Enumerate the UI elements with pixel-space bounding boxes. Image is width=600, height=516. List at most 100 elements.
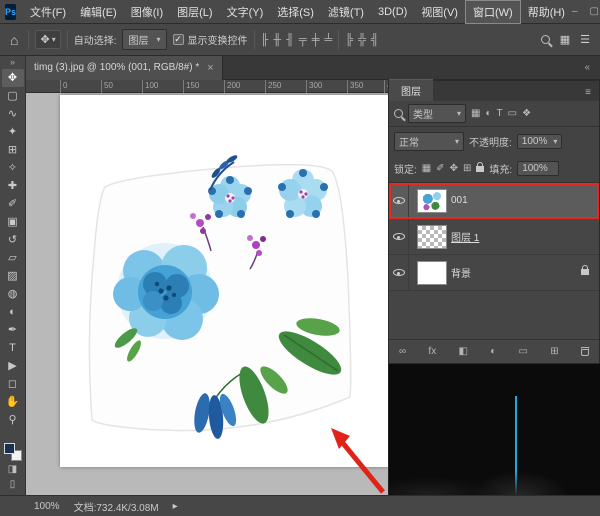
minimize-button[interactable]: – — [572, 6, 578, 17]
menu-window[interactable]: 窗口(W) — [465, 0, 521, 24]
tool-pen[interactable]: ✒ — [2, 321, 24, 339]
align-middle-v-icon[interactable]: ╪ — [312, 34, 320, 46]
eye-icon[interactable] — [393, 269, 405, 276]
show-transform-controls-checkbox[interactable]: ✓ 显示变换控件 — [173, 32, 248, 47]
tool-preset-dropdown[interactable]: ✥ ▾ — [35, 30, 60, 49]
maximize-button[interactable]: ▢ — [590, 6, 599, 17]
opacity-dropdown[interactable]: 100% ▾ — [517, 134, 563, 149]
layer-thumbnail[interactable] — [417, 261, 447, 285]
tab-close-icon[interactable]: × — [207, 62, 213, 74]
delete-layer-icon[interactable] — [581, 347, 589, 356]
status-expand-icon[interactable]: ▸ — [173, 501, 178, 512]
tool-eyedropper[interactable]: ✧ — [2, 159, 24, 177]
align-center-h-icon[interactable]: ╫ — [273, 34, 281, 46]
menu-image[interactable]: 图像(I) — [124, 1, 170, 23]
tool-crop[interactable]: ⊞ — [2, 141, 24, 159]
distribute-center-icon[interactable]: ╬ — [358, 34, 366, 46]
panel-menu-icon[interactable]: ≡ — [577, 87, 599, 101]
lock-all-icon[interactable] — [476, 166, 484, 172]
color-swatches[interactable] — [4, 443, 22, 461]
tool-blur[interactable]: ◍ — [2, 285, 24, 303]
layer-style-icon[interactable]: fx — [428, 346, 436, 357]
tool-move[interactable]: ✥ — [2, 69, 24, 87]
tool-gradient[interactable]: ▨ — [2, 267, 24, 285]
tool-lasso[interactable]: ∿ — [2, 105, 24, 123]
link-layers-icon[interactable]: ∞ — [399, 346, 406, 357]
fill-dropdown[interactable]: 100% — [517, 161, 559, 176]
tool-type[interactable]: T — [2, 339, 24, 357]
distribute-left-icon[interactable]: ╠ — [345, 34, 353, 46]
eye-icon[interactable] — [393, 233, 405, 240]
layer-row-001[interactable]: 001 — [389, 183, 599, 219]
tool-brush[interactable]: ✐ — [2, 195, 24, 213]
layer-name[interactable]: 图层 1 — [451, 229, 479, 244]
layer-thumbnail[interactable] — [417, 225, 447, 249]
blend-mode-dropdown[interactable]: 正常 ▾ — [394, 132, 464, 151]
filter-pixel-icon[interactable]: ▦ — [471, 108, 480, 119]
toolbar-collapse-icon[interactable]: » — [10, 56, 15, 69]
tool-hand[interactable]: ✋ — [2, 393, 24, 411]
foreground-color-swatch[interactable] — [4, 443, 15, 454]
menu-edit[interactable]: 编辑(E) — [73, 1, 124, 23]
tool-marquee[interactable]: ▢ — [2, 87, 24, 105]
auto-select-dropdown[interactable]: 图层 ▾ — [122, 29, 166, 50]
chevron-down-icon: ▾ — [455, 137, 459, 146]
align-bottom-icon[interactable]: ╧ — [324, 34, 332, 46]
workspace-icon[interactable]: ▦ — [560, 33, 570, 46]
tool-healing-brush[interactable]: ✚ — [2, 177, 24, 195]
align-left-icon[interactable]: ╟ — [261, 34, 269, 46]
layer-thumbnail[interactable] — [417, 189, 447, 213]
filter-adjustment-icon[interactable]: ◐ — [485, 108, 491, 119]
tool-clone-stamp[interactable]: ▣ — [2, 213, 24, 231]
tool-history-brush[interactable]: ↺ — [2, 231, 24, 249]
new-layer-icon[interactable]: ⊞ — [550, 346, 558, 357]
canvas-area[interactable]: 0 50 100 150 200 250 300 350 400 — [26, 80, 388, 495]
screen-mode-icon[interactable]: ▯ — [10, 479, 16, 491]
menu-select[interactable]: 选择(S) — [270, 1, 321, 23]
eye-icon[interactable] — [393, 197, 405, 204]
zoom-level[interactable]: 100% — [34, 501, 60, 512]
filter-type-layer-icon[interactable]: T — [497, 108, 503, 119]
panel-options-icon[interactable]: ☰ — [580, 33, 590, 46]
adjustment-layer-icon[interactable]: ◐ — [490, 346, 496, 357]
menu-help[interactable]: 帮助(H) — [521, 1, 572, 23]
quick-mask-icon[interactable]: ◨ — [8, 464, 17, 476]
menu-file[interactable]: 文件(F) — [23, 1, 73, 23]
visibility-cell[interactable] — [389, 183, 409, 218]
distribute-right-icon[interactable]: ╣ — [371, 34, 379, 46]
layer-row-layer1[interactable]: 图层 1 — [389, 219, 599, 255]
tool-zoom[interactable]: ⚲ — [2, 411, 24, 429]
layers-panel-tab[interactable]: 图层 — [389, 79, 433, 101]
menu-filter[interactable]: 滤镜(T) — [321, 1, 371, 23]
lock-position-icon[interactable]: ✥ — [450, 163, 458, 174]
menu-3d[interactable]: 3D(D) — [371, 3, 414, 21]
lock-artboard-icon[interactable]: ⊞ — [463, 163, 471, 174]
document-canvas[interactable] — [60, 95, 388, 467]
filter-group-icon[interactable]: ▭ — [508, 108, 517, 119]
visibility-cell[interactable] — [389, 255, 409, 290]
tool-shape[interactable]: ◻ — [2, 375, 24, 393]
lock-transparency-icon[interactable]: ▦ — [422, 163, 431, 174]
lock-pixels-icon[interactable]: ✐ — [436, 163, 444, 174]
filter-type-dropdown[interactable]: 类型 ▾ — [408, 104, 466, 123]
layer-row-background[interactable]: 背景 — [389, 255, 599, 291]
new-group-icon[interactable]: ▭ — [519, 346, 528, 357]
filter-smart-object-icon[interactable]: ❖ — [522, 108, 531, 119]
tool-path-select[interactable]: ▶ — [2, 357, 24, 375]
align-top-icon[interactable]: ╤ — [299, 34, 307, 46]
align-right-icon[interactable]: ╢ — [286, 34, 294, 46]
layer-name[interactable]: 001 — [451, 195, 468, 206]
tool-dodge[interactable]: ◐ — [2, 303, 24, 321]
document-tab[interactable]: timg (3).jpg @ 100% (001, RGB/8#) * × — [26, 56, 223, 80]
menu-type[interactable]: 文字(Y) — [220, 1, 271, 23]
dock-collapse-icon[interactable]: « — [584, 62, 600, 73]
tool-eraser[interactable]: ▱ — [2, 249, 24, 267]
menu-view[interactable]: 视图(V) — [414, 1, 465, 23]
layer-name[interactable]: 背景 — [451, 265, 471, 280]
layer-mask-icon[interactable]: ◧ — [458, 346, 467, 357]
menu-layer[interactable]: 图层(L) — [170, 1, 219, 23]
visibility-cell[interactable] — [389, 219, 409, 254]
search-icon[interactable] — [541, 35, 550, 44]
tool-quick-select[interactable]: ✦ — [2, 123, 24, 141]
home-icon[interactable]: ⌂ — [6, 32, 22, 48]
